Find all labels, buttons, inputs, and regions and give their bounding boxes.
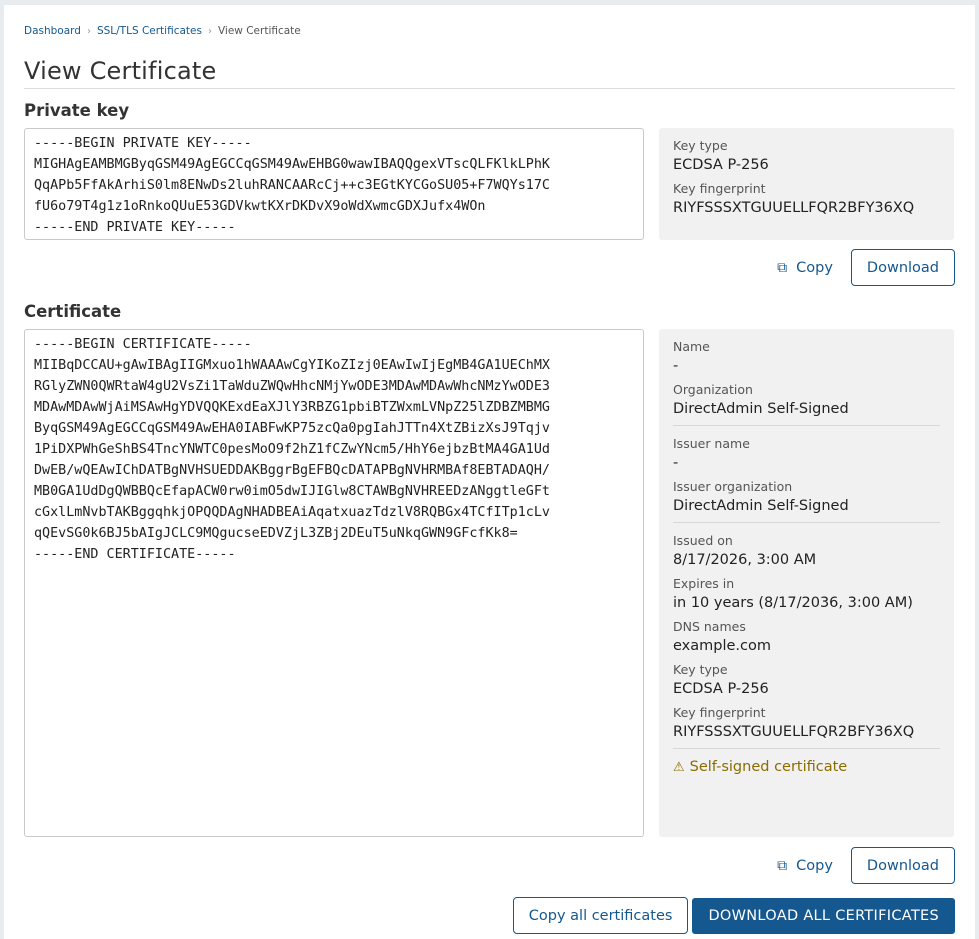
certificate-actions: ⧉ Copy Download	[759, 847, 955, 884]
key-fingerprint-label: Key fingerprint	[673, 181, 766, 196]
clipboard-icon: ⧉	[777, 259, 788, 276]
key-type-label: Key type	[673, 138, 728, 153]
dns-names-label: DNS names	[673, 619, 746, 634]
clipboard-icon: ⧉	[777, 857, 788, 874]
issuer-organization-value: DirectAdmin Self-Signed	[673, 498, 849, 514]
chevron-right-icon: ›	[86, 25, 91, 37]
breadcrumb-ssl-certificates[interactable]: SSL/TLS Certificates	[97, 25, 202, 37]
divider	[673, 425, 940, 426]
copy-certificate-button[interactable]: ⧉ Copy	[759, 847, 851, 884]
organization-label: Organization	[673, 382, 753, 397]
dns-names-value: example.com	[673, 638, 771, 654]
private-key-textarea[interactable]: -----BEGIN PRIVATE KEY----- MIGHAgEAMBMG…	[24, 128, 644, 240]
private-key-info-panel: Key type ECDSA P-256 Key fingerprint RIY…	[659, 128, 954, 240]
key-fingerprint-value: RIYFSSSXTGUUELLFQR2BFY36XQ	[673, 200, 915, 216]
self-signed-warning-text: Self-signed certificate	[689, 759, 848, 775]
breadcrumb-current: View Certificate	[217, 25, 301, 37]
certificate-info-panel: Name - Organization DirectAdmin Self-Sig…	[659, 329, 954, 837]
certificate-textarea[interactable]: -----BEGIN CERTIFICATE----- MIIBqDCCAU+g…	[24, 329, 644, 837]
private-key-heading: Private key	[24, 101, 130, 120]
cert-key-fingerprint-value: RIYFSSSXTGUUELLFQR2BFY36XQ	[673, 724, 915, 740]
copy-all-certificates-button[interactable]: Copy all certificates	[512, 897, 689, 934]
organization-value: DirectAdmin Self-Signed	[673, 401, 849, 417]
breadcrumb-dashboard[interactable]: Dashboard	[24, 25, 81, 37]
private-key-actions: ⧉ Copy Download	[759, 249, 955, 286]
key-type-value: ECDSA P-256	[673, 157, 769, 173]
name-label: Name	[673, 339, 710, 354]
issued-on-label: Issued on	[673, 533, 733, 548]
cert-key-type-label: Key type	[673, 662, 728, 677]
issuer-organization-label: Issuer organization	[673, 479, 793, 494]
expires-in-value: in 10 years (8/17/2036, 3:00 AM)	[673, 595, 913, 611]
issued-on-value: 8/17/2026, 3:00 AM	[673, 552, 817, 568]
copy-label: Copy	[796, 259, 833, 276]
self-signed-warning: ⚠ Self-signed certificate	[673, 759, 940, 775]
title-divider	[24, 88, 955, 89]
expires-in-label: Expires in	[673, 576, 735, 591]
page-container: Dashboard › SSL/TLS Certificates › View …	[4, 5, 975, 939]
download-private-key-button[interactable]: Download	[850, 249, 955, 286]
download-certificate-button[interactable]: Download	[850, 847, 955, 884]
page-title: View Certificate	[24, 57, 217, 85]
cert-key-fingerprint-label: Key fingerprint	[673, 705, 766, 720]
download-all-certificates-button[interactable]: DOWNLOAD ALL CERTIFICATES	[692, 897, 955, 934]
certificate-heading: Certificate	[24, 302, 122, 321]
issuer-name-value: -	[673, 455, 679, 471]
name-value: -	[673, 358, 679, 374]
chevron-right-icon: ›	[207, 25, 212, 37]
cert-key-type-value: ECDSA P-256	[673, 681, 769, 697]
copy-private-key-button[interactable]: ⧉ Copy	[759, 249, 851, 286]
copy-label: Copy	[796, 857, 833, 874]
divider	[673, 522, 940, 523]
warning-triangle-icon: ⚠	[673, 759, 685, 775]
footer-actions: Copy all certificates DOWNLOAD ALL CERTI…	[512, 897, 955, 934]
issuer-name-label: Issuer name	[673, 436, 750, 451]
breadcrumb: Dashboard › SSL/TLS Certificates › View …	[24, 25, 301, 37]
divider	[673, 748, 940, 749]
